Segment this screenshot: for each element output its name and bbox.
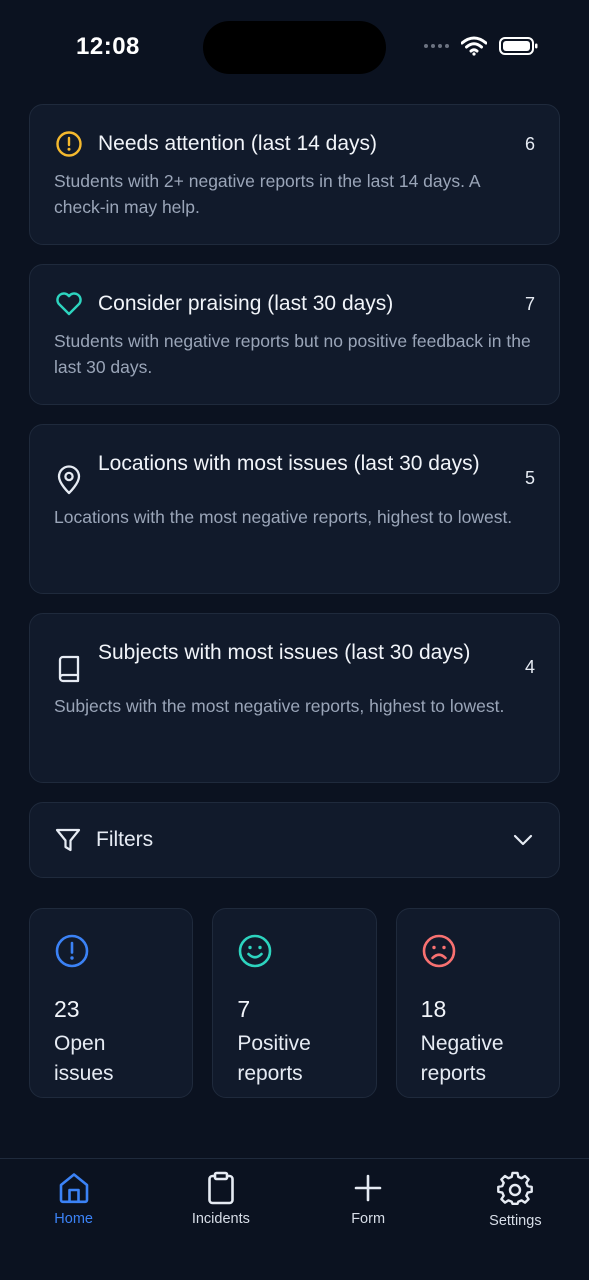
insight-count: 4 (524, 657, 535, 677)
stat-label: Negative reports (420, 1032, 504, 1085)
tab-label: Home (54, 1211, 93, 1227)
insight-card-subjects[interactable]: Subjects with most issues (last 30 days)… (29, 613, 560, 783)
chevron-down-icon (513, 834, 533, 846)
wifi-icon (461, 36, 487, 56)
heart-icon (54, 289, 84, 319)
insight-description: Students with negative reports but no po… (54, 331, 531, 377)
stat-card-positive-reports[interactable]: 7 Positive reports (212, 908, 377, 1098)
insight-card-needs-attention[interactable]: Needs attention (last 14 days) 6 Student… (29, 104, 560, 245)
status-time: 12:08 (76, 33, 140, 60)
insight-count: 5 (524, 468, 535, 488)
stat-value: 18 (420, 996, 447, 1022)
tab-label: Settings (489, 1213, 542, 1229)
insight-title: Consider praising (last 30 days) (98, 292, 394, 315)
status-bar: 12:08 (0, 0, 589, 96)
stat-label: Open issues (54, 1032, 114, 1085)
tab-home[interactable]: Home (0, 1159, 147, 1280)
stat-label: Positive reports (237, 1032, 311, 1085)
cellular-signal-icon (424, 44, 449, 48)
filter-icon (55, 828, 81, 852)
insight-description: Students with 2+ negative reports in the… (54, 171, 480, 217)
plus-icon (354, 1174, 382, 1202)
home-icon (59, 1173, 88, 1204)
status-icons (424, 36, 539, 56)
stats-row: 23 Open issues 7 Positive reports 18 Neg… (29, 908, 560, 1098)
insight-card-locations[interactable]: Locations with most issues (last 30 days… (29, 424, 560, 594)
tab-bar: Home Incidents Form Settings (0, 1158, 589, 1280)
insight-title: Locations with most issues (last 30 days… (98, 452, 480, 475)
insight-description: Subjects with the most negative reports,… (54, 696, 505, 716)
book-icon (54, 654, 84, 684)
tab-settings[interactable]: Settings (442, 1159, 589, 1280)
insight-title: Needs attention (last 14 days) (98, 132, 377, 155)
battery-icon (499, 37, 538, 55)
insight-count: 6 (524, 134, 535, 154)
alert-circle-icon (54, 129, 84, 159)
stat-value: 23 (54, 996, 80, 1022)
gear-icon (497, 1171, 534, 1205)
tab-incidents[interactable]: Incidents (147, 1159, 294, 1280)
map-pin-icon (54, 465, 84, 495)
stat-card-open-issues[interactable]: 23 Open issues (29, 908, 194, 1098)
dynamic-island (203, 21, 386, 74)
smile-icon (239, 934, 272, 968)
insight-description: Locations with the most negative reports… (54, 507, 513, 527)
tab-label: Incidents (191, 1211, 250, 1227)
tab-label: Form (351, 1211, 386, 1227)
clipboard-icon (208, 1171, 234, 1205)
insight-count: 7 (524, 294, 535, 314)
frown-icon (422, 934, 455, 968)
insight-card-consider-praising[interactable]: Consider praising (last 30 days) 7 Stude… (29, 264, 560, 405)
tab-form[interactable]: Form (295, 1159, 442, 1280)
filters-label: Filters (96, 828, 154, 851)
stat-value: 7 (237, 996, 251, 1022)
alert-circle-icon (55, 934, 89, 968)
filters-toggle[interactable]: Filters (29, 802, 560, 878)
insight-title: Subjects with most issues (last 30 days) (98, 641, 471, 664)
home-content: Needs attention (last 14 days) 6 Student… (29, 104, 560, 1098)
stat-card-negative-reports[interactable]: 18 Negative reports (395, 908, 560, 1098)
